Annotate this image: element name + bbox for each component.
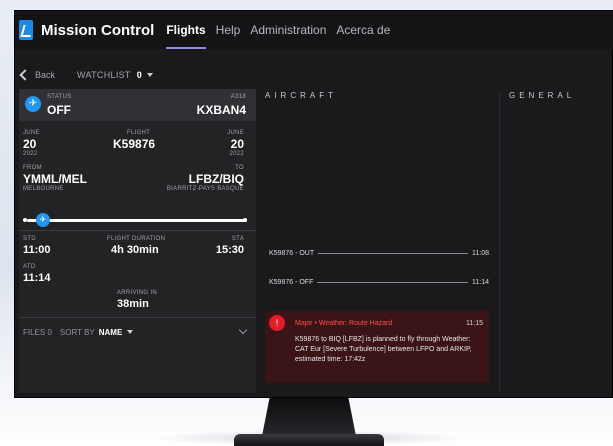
arrival-day: 20: [230, 137, 244, 151]
aircraft-heading: AIRCRAFT: [265, 91, 337, 100]
alert-message: K59876 to BIQ [LFBZ] is planned to fly t…: [295, 336, 472, 363]
files-count: FILES 0: [23, 327, 52, 337]
flight-label: FLIGHT: [127, 130, 151, 136]
expand-files-chevron-icon[interactable]: [238, 325, 248, 335]
watchlist-dropdown-icon[interactable]: [146, 73, 153, 77]
general-heading: GENERAL: [509, 91, 576, 100]
files-bar: FILES 0 SORT BY NAME: [19, 319, 256, 345]
from-label: FROM: [23, 165, 42, 171]
sort-dropdown-icon[interactable]: [127, 330, 134, 334]
aircraft-type: A318: [230, 94, 246, 100]
nav-flights[interactable]: Flights: [166, 19, 206, 49]
progress-start-dot: [23, 218, 27, 222]
arrival-month: JUNE: [227, 130, 244, 136]
section-divider: [19, 230, 256, 231]
destination-airport-code: LFBZ/BIQ: [188, 172, 244, 186]
files-divider: [19, 317, 256, 318]
sort-by-dropdown[interactable]: NAME: [99, 328, 123, 337]
watchlist-count: 0: [136, 70, 142, 80]
event-text: K59876 - OFF: [269, 278, 314, 286]
nav-acerca-de[interactable]: Acerca de: [336, 19, 390, 41]
sta-value: 15:30: [215, 244, 244, 256]
sort-by-label: SORT BY: [59, 327, 95, 337]
nav-help[interactable]: Help: [216, 19, 241, 41]
departure-day: 20: [23, 137, 37, 151]
app-title: Mission Control: [41, 21, 155, 39]
departure-year: 2022: [23, 151, 38, 157]
origin-airport-code: YMML/MEL: [23, 172, 87, 186]
monitor-stand: [262, 398, 356, 436]
std-label: STD: [23, 236, 36, 242]
progress-airplane-icon: ✈: [36, 213, 50, 227]
atd-value: 11:14: [23, 272, 51, 284]
watchlist-label[interactable]: WATCHLIST: [77, 70, 131, 80]
weather-alert-card[interactable]: ! Major • Weather: Route Hazard 11:15 K5…: [265, 311, 489, 383]
aircraft-registration: KXBAN4: [196, 103, 246, 117]
status-label: STATUS: [47, 94, 72, 100]
top-navbar: Mission Control Flights Help Administrat…: [15, 11, 613, 49]
flight-duration-label: FLIGHT DURATION: [107, 236, 166, 242]
nav-administration[interactable]: Administration: [250, 19, 326, 41]
flight-number: K59876: [113, 137, 156, 151]
back-chevron-icon[interactable]: [19, 69, 31, 81]
flight-progress-track: [27, 219, 247, 222]
arriving-in-label: ARRIVING IN: [117, 290, 157, 296]
to-label: TO: [235, 165, 244, 171]
timeline-line: [317, 281, 468, 283]
arriving-in-value: 38min: [117, 298, 149, 310]
general-separator: [499, 91, 500, 391]
arrival-year: 2022: [229, 151, 244, 157]
timeline-event-off: K59876 - OFF 11:14: [269, 276, 489, 288]
alert-title: Major • Weather: Route Hazard: [295, 320, 393, 327]
timeline-event-out: K59876 - OUT 11:08: [269, 247, 489, 259]
monitor-base: [234, 434, 384, 446]
back-link[interactable]: Back: [35, 70, 55, 80]
status-card: ✈ STATUS OFF A318 KXBAN4: [19, 89, 256, 121]
progress-end-dot: [243, 218, 247, 222]
alert-time: 11:15: [466, 320, 483, 327]
event-time: 11:14: [472, 278, 489, 286]
origin-city: MELBOURNE: [23, 186, 64, 192]
departure-month: JUNE: [23, 130, 40, 136]
flight-detail-panel: ✈ STATUS OFF A318 KXBAN4 JUNE 20 2022 FL…: [19, 89, 256, 393]
sta-label: STA: [231, 236, 244, 242]
airplane-icon: ✈: [25, 96, 41, 112]
sub-toolbar: Back WATCHLIST 0: [15, 67, 153, 83]
app-logo-icon[interactable]: [19, 20, 33, 40]
destination-city: BIARRITZ-PAYS BASQUE: [166, 186, 244, 192]
event-text: K59876 - OUT: [269, 249, 315, 257]
std-value: 11:00: [23, 244, 51, 256]
flight-duration-value: 4h 30min: [111, 244, 159, 256]
event-time: 11:08: [472, 249, 489, 257]
monitor-screen: Mission Control Flights Help Administrat…: [14, 10, 613, 398]
atd-label: ATD: [23, 264, 36, 270]
warning-icon: !: [269, 315, 285, 331]
status-value: OFF: [47, 103, 71, 117]
timeline-line: [318, 252, 468, 254]
